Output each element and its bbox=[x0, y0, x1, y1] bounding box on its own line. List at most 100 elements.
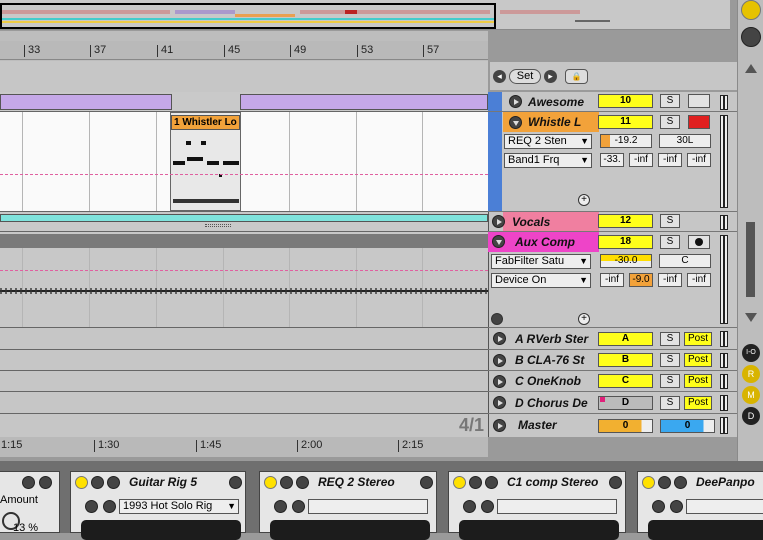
clip-awesome-2[interactable] bbox=[240, 94, 488, 110]
send-b-field[interactable]: -9.0 bbox=[629, 273, 653, 287]
device-c1[interactable]: C1 comp Stereo bbox=[448, 471, 626, 540]
returns-toggle[interactable]: R bbox=[742, 365, 760, 383]
device-guitar-rig[interactable]: Guitar Rig 5 1993 Hot Solo Rig ▼ bbox=[70, 471, 246, 540]
fold-icon[interactable] bbox=[280, 476, 293, 489]
menu-icon[interactable] bbox=[741, 0, 761, 20]
device-amount[interactable]: Amount 13 % bbox=[0, 471, 60, 534]
track-name[interactable]: Aux Comp bbox=[515, 235, 575, 249]
delay-toggle[interactable]: D bbox=[742, 407, 760, 425]
solo-button[interactable]: S bbox=[660, 115, 680, 129]
expand-icon[interactable] bbox=[652, 500, 665, 513]
prev-locator-icon[interactable]: ◂ bbox=[493, 70, 506, 83]
volume-field[interactable]: -19.2 bbox=[600, 134, 652, 148]
master-pan[interactable]: 0 bbox=[660, 419, 715, 433]
parameter-chooser[interactable]: Band1 Frq ▼ bbox=[504, 153, 592, 168]
fold-toggle[interactable] bbox=[492, 215, 505, 228]
add-icon[interactable]: + bbox=[578, 313, 590, 325]
io-toggle[interactable]: I-O bbox=[742, 344, 760, 362]
master-volume[interactable]: 0 bbox=[598, 419, 653, 433]
device-chooser[interactable]: FabFilter Satu ▼ bbox=[491, 254, 591, 269]
fold-toggle[interactable] bbox=[493, 354, 506, 367]
fold-icon[interactable] bbox=[491, 313, 503, 325]
solo-button[interactable]: S bbox=[660, 94, 680, 108]
add-icon[interactable]: + bbox=[578, 194, 590, 206]
arrangement-overview[interactable] bbox=[0, 0, 730, 30]
mixer-return-c[interactable]: C OneKnob C S Post bbox=[488, 371, 737, 392]
fold-toggle[interactable] bbox=[509, 95, 522, 108]
mixer-toggle[interactable]: M bbox=[742, 386, 760, 404]
mixer-return-b[interactable]: B CLA-76 St B S Post bbox=[488, 350, 737, 371]
mixer-track-whistle[interactable]: Whistle L 11 S REQ 2 Sten ▼ Band1 Frq ▼ -1… bbox=[488, 112, 737, 212]
return-letter[interactable]: A bbox=[598, 332, 653, 346]
preset-chooser[interactable] bbox=[308, 499, 428, 514]
device-on-toggle[interactable] bbox=[75, 476, 88, 489]
pan-field[interactable]: C bbox=[659, 254, 711, 268]
expand-icon[interactable] bbox=[274, 500, 287, 513]
solo-button[interactable]: S bbox=[660, 332, 680, 346]
mixer-return-d[interactable]: D Chorus De D S Post bbox=[488, 392, 737, 414]
track-lane-return-d[interactable] bbox=[0, 392, 488, 414]
fold-icon[interactable] bbox=[658, 476, 671, 489]
fold-toggle[interactable] bbox=[492, 235, 505, 248]
track-name[interactable]: Master bbox=[518, 418, 557, 432]
arrangement-view[interactable]: 1 Whistler Lo 4/1 bbox=[0, 92, 488, 437]
track-name[interactable]: C OneKnob bbox=[515, 374, 581, 388]
device-req[interactable]: REQ 2 Stereo bbox=[259, 471, 437, 540]
save-icon[interactable] bbox=[670, 500, 683, 513]
columns-icon[interactable] bbox=[741, 27, 761, 47]
next-locator-icon[interactable]: ▸ bbox=[544, 70, 557, 83]
track-lane-return-a[interactable] bbox=[0, 328, 488, 350]
mixer-track-awesome[interactable]: Awesome 10 S bbox=[488, 92, 737, 112]
monitor-button[interactable] bbox=[688, 94, 710, 108]
track-number[interactable]: 11 bbox=[598, 115, 653, 129]
mixer-return-a[interactable]: A RVerb Ster A S Post bbox=[488, 328, 737, 350]
fold-icon[interactable] bbox=[469, 476, 482, 489]
fold-toggle[interactable] bbox=[493, 375, 506, 388]
track-lane-awesome[interactable] bbox=[0, 92, 488, 112]
track-name[interactable]: D Chorus De bbox=[515, 396, 588, 410]
set-locator-button[interactable]: Set bbox=[509, 69, 541, 84]
wrench-icon[interactable] bbox=[485, 476, 498, 489]
track-lane-whistle[interactable]: 1 Whistler Lo bbox=[0, 112, 488, 212]
track-lane-return-b[interactable] bbox=[0, 350, 488, 371]
send-c-field[interactable]: -inf bbox=[658, 273, 682, 287]
clip-aux-comp[interactable] bbox=[0, 234, 488, 248]
post-button[interactable]: Post bbox=[684, 332, 712, 346]
bar-ruler[interactable]: 33 37 41 45 49 53 57 bbox=[0, 41, 488, 60]
solo-button[interactable]: S bbox=[660, 374, 680, 388]
hot-swap-icon[interactable] bbox=[229, 476, 242, 489]
send-d-field[interactable]: -inf bbox=[687, 273, 711, 287]
mixer-master[interactable]: Master 0 0 bbox=[488, 414, 737, 437]
pan-field[interactable]: 30L bbox=[659, 134, 711, 148]
track-number[interactable]: 10 bbox=[598, 94, 653, 108]
device-chooser[interactable]: REQ 2 Sten ▼ bbox=[504, 134, 592, 149]
fold-toggle[interactable] bbox=[493, 419, 506, 432]
post-button[interactable]: Post bbox=[684, 374, 712, 388]
mixer-track-vocals[interactable]: Vocals 12 S bbox=[488, 212, 737, 232]
send-d-field[interactable]: -inf bbox=[687, 153, 711, 167]
vertical-scrollbar-thumb[interactable] bbox=[746, 222, 755, 297]
fold-icon[interactable] bbox=[91, 476, 104, 489]
device-deepan[interactable]: DeePanpo bbox=[637, 471, 763, 540]
return-letter[interactable]: C bbox=[598, 374, 653, 388]
expand-icon[interactable] bbox=[85, 500, 98, 513]
expand-icon[interactable] bbox=[463, 500, 476, 513]
track-number[interactable]: 18 bbox=[598, 235, 653, 249]
track-resize-handle[interactable] bbox=[205, 224, 231, 227]
midi-clip[interactable]: 1 Whistler Lo bbox=[170, 112, 241, 211]
send-a-field[interactable]: -inf bbox=[600, 273, 624, 287]
arm-button[interactable] bbox=[688, 115, 710, 129]
save-icon[interactable] bbox=[292, 500, 305, 513]
track-lane-aux-comp[interactable] bbox=[0, 232, 488, 328]
track-number[interactable]: 12 bbox=[598, 214, 653, 228]
device-on-toggle[interactable] bbox=[453, 476, 466, 489]
hot-swap-icon[interactable] bbox=[22, 476, 35, 489]
fold-toggle[interactable] bbox=[493, 332, 506, 345]
hot-swap-icon[interactable] bbox=[420, 476, 433, 489]
mixer-track-aux-comp[interactable]: Aux Comp 18 S FabFilter Satu ▼ Device On ▼… bbox=[488, 232, 737, 328]
solo-button[interactable]: S bbox=[660, 235, 680, 249]
solo-button[interactable]: S bbox=[660, 353, 680, 367]
clip-vocals[interactable] bbox=[0, 214, 488, 222]
device-on-toggle[interactable] bbox=[642, 476, 655, 489]
preset-chooser[interactable]: 1993 Hot Solo Rig ▼ bbox=[119, 499, 239, 514]
